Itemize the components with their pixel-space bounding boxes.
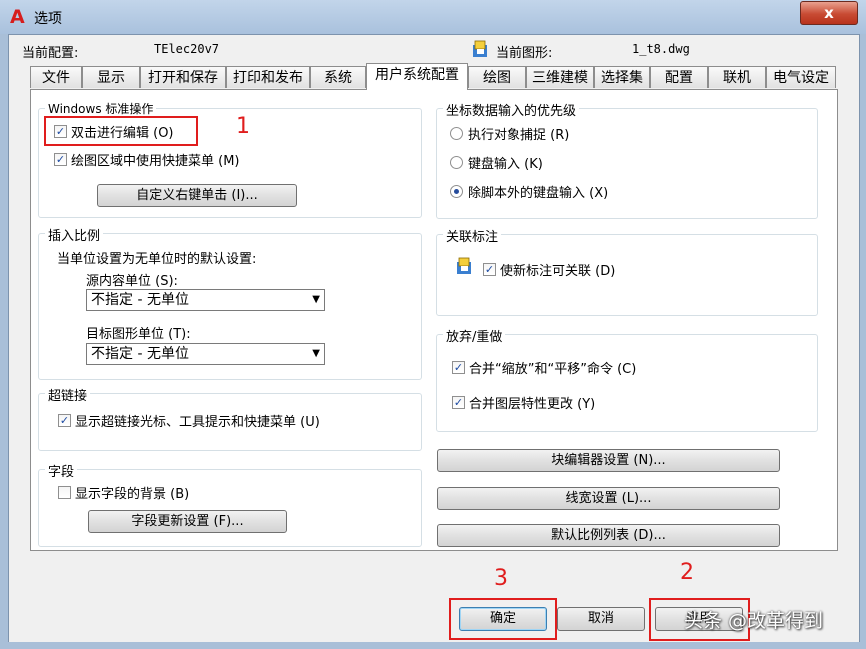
- annotation-box-3: [449, 598, 557, 640]
- show-hyperlink-cursor-label: 显示超链接光标、工具提示和快捷菜单 (U): [75, 415, 320, 430]
- shortcut-menus-label: 绘图区域中使用快捷菜单 (M): [71, 154, 240, 169]
- tab-display[interactable]: 显示: [82, 66, 140, 88]
- chevron-down-icon: ▼: [312, 294, 320, 305]
- shortcut-menus-checkbox[interactable]: ✓: [54, 153, 67, 166]
- group-title-hyperlink: 超链接: [45, 385, 91, 404]
- annotation-number-2: 2: [680, 560, 694, 585]
- tab-selection[interactable]: 选择集: [594, 66, 650, 88]
- group-fields: [38, 469, 422, 547]
- close-button[interactable]: x: [800, 1, 858, 25]
- radio-running-osnap[interactable]: [450, 127, 463, 140]
- source-units-label: 源内容单位 (S):: [86, 274, 178, 289]
- tab-drafting[interactable]: 绘图: [468, 66, 526, 88]
- autocad-logo-icon: A: [10, 6, 25, 28]
- tab-electrical-settings[interactable]: 电气设定: [766, 66, 836, 88]
- make-assoc-dims-label: 使新标注可关联 (D): [500, 264, 616, 279]
- combine-layer-checkbox[interactable]: ✓: [452, 396, 465, 409]
- current-drawing-value: 1_t8.dwg: [632, 42, 690, 56]
- show-field-background-checkbox[interactable]: [58, 486, 71, 499]
- default-scale-list-button[interactable]: 默认比例列表 (D)...: [437, 524, 780, 547]
- annotation-box-1: [44, 116, 198, 146]
- make-assoc-dims-checkbox[interactable]: ✓: [483, 263, 496, 276]
- radio-keyboard-except-scripts[interactable]: [450, 185, 463, 198]
- lineweight-settings-button[interactable]: 线宽设置 (L)...: [437, 487, 780, 510]
- group-title-insert-scale: 插入比例: [45, 225, 104, 244]
- radio-keyboard-except-scripts-label: 除脚本外的键盘输入 (X): [468, 186, 609, 201]
- group-title-fields: 字段: [45, 461, 78, 480]
- tab-files[interactable]: 文件: [30, 66, 82, 88]
- tab-online[interactable]: 联机: [708, 66, 766, 88]
- group-title-coord-priority: 坐标数据输入的优先级: [443, 100, 580, 119]
- current-profile-label: 当前配置:: [22, 46, 79, 61]
- radio-running-osnap-label: 执行对象捕捉 (R): [468, 128, 570, 143]
- source-units-select[interactable]: 不指定 - 无单位 ▼: [86, 289, 325, 311]
- tab-user-preferences[interactable]: 用户系统配置: [366, 63, 468, 90]
- group-title-undo-redo: 放弃/重做: [443, 326, 506, 345]
- group-title-windows-ops: Windows 标准操作: [45, 100, 157, 117]
- group-title-assoc-dim: 关联标注: [443, 226, 502, 245]
- radio-keyboard-entry[interactable]: [450, 156, 463, 169]
- group-undo-redo: [436, 334, 818, 432]
- field-update-settings-button[interactable]: 字段更新设置 (F)...: [88, 510, 287, 533]
- current-drawing-label: 当前图形:: [496, 46, 553, 61]
- insert-scale-note: 当单位设置为无单位时的默认设置:: [57, 252, 257, 267]
- target-units-select[interactable]: 不指定 - 无单位 ▼: [86, 343, 325, 365]
- tab-3d-modeling[interactable]: 三维建模: [526, 66, 594, 88]
- window-title: 选项: [34, 11, 62, 27]
- target-units-label: 目标图形单位 (T):: [86, 327, 191, 342]
- tab-system[interactable]: 系统: [310, 66, 366, 88]
- tab-plot-publish[interactable]: 打印和发布: [226, 66, 310, 88]
- combine-zoom-pan-label: 合并“缩放”和“平移”命令 (C): [469, 362, 637, 377]
- tab-profiles[interactable]: 配置: [650, 66, 708, 88]
- drawing-file-icon: [473, 40, 487, 57]
- combine-zoom-pan-checkbox[interactable]: ✓: [452, 361, 465, 374]
- watermark-text: 头条 @改革得到: [684, 610, 824, 632]
- show-field-background-label: 显示字段的背景 (B): [75, 487, 190, 502]
- dimension-icon: [457, 257, 471, 274]
- block-editor-settings-button[interactable]: 块编辑器设置 (N)...: [437, 449, 780, 472]
- combine-layer-label: 合并图层特性更改 (Y): [469, 397, 596, 412]
- tab-open-save[interactable]: 打开和保存: [140, 66, 226, 88]
- custom-right-click-button[interactable]: 自定义右键单击 (I)...: [97, 184, 297, 207]
- show-hyperlink-cursor-checkbox[interactable]: ✓: [58, 414, 71, 427]
- source-units-value: 不指定 - 无单位: [91, 292, 189, 308]
- window-frame-bottom: [0, 642, 866, 649]
- current-profile-value: TElec20v7: [154, 42, 220, 56]
- title-bar: [0, 0, 866, 34]
- radio-keyboard-entry-label: 键盘输入 (K): [468, 157, 543, 172]
- annotation-number-3: 3: [494, 566, 508, 591]
- chevron-down-icon: ▼: [312, 348, 320, 359]
- annotation-number-1: 1: [236, 114, 250, 139]
- target-units-value: 不指定 - 无单位: [91, 346, 189, 362]
- cancel-button[interactable]: 取消: [557, 607, 645, 631]
